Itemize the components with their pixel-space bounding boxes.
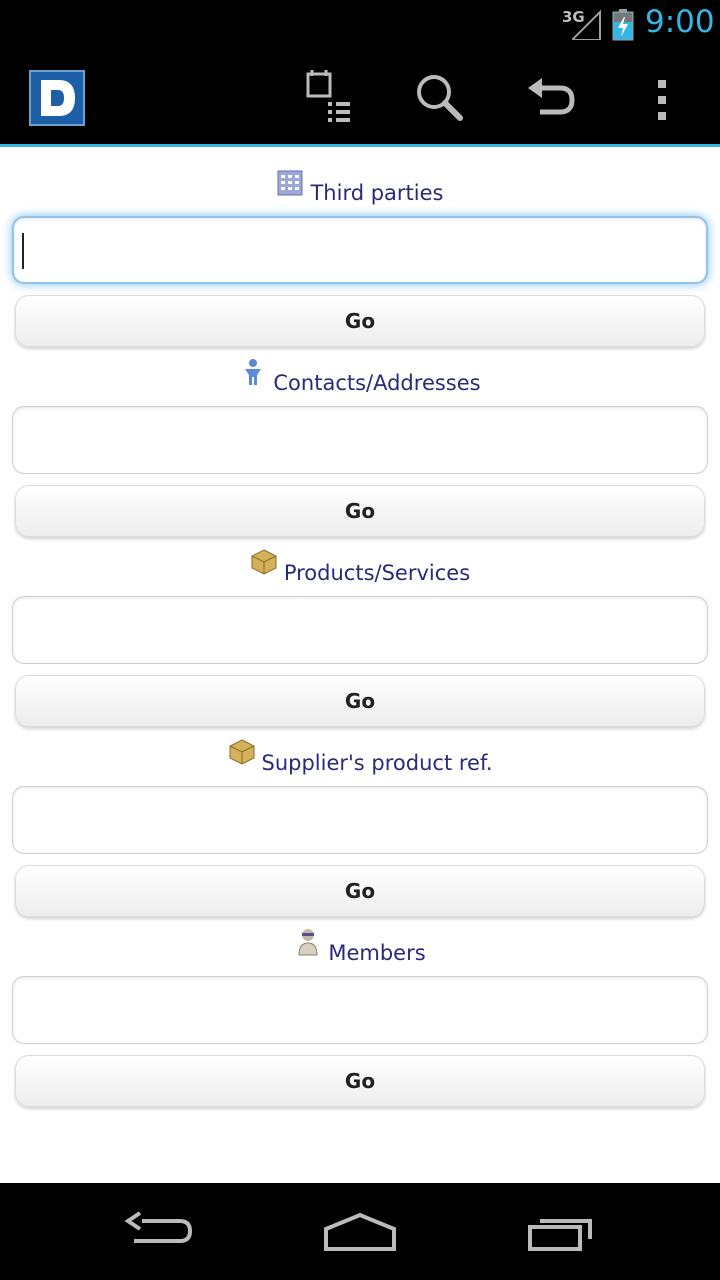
home-icon[interactable]: [320, 1209, 400, 1255]
member-icon: [298, 929, 318, 956]
section-label: Supplier's product ref.: [0, 735, 720, 775]
section-label: Third parties: [0, 165, 720, 205]
members-go-button[interactable]: Go: [15, 1055, 705, 1107]
section-label-text: Contacts/Addresses: [273, 371, 481, 395]
section-third-parties: Third parties Go: [0, 165, 720, 355]
person-icon: [245, 359, 262, 385]
box-icon: [229, 739, 254, 765]
battery-charging-icon: [612, 9, 634, 41]
section-supplier-ref: Supplier's product ref. Go: [0, 735, 720, 925]
section-label-text: Products/Services: [283, 561, 471, 585]
text-cursor: [22, 233, 24, 269]
overflow-menu-icon[interactable]: [634, 68, 694, 128]
third-parties-go-button[interactable]: Go: [15, 295, 705, 347]
recent-apps-icon[interactable]: [520, 1209, 600, 1255]
section-products: Products/Services Go: [0, 545, 720, 735]
supplier-ref-go-button[interactable]: Go: [15, 865, 705, 917]
contacts-go-button[interactable]: Go: [15, 485, 705, 537]
search-form: Third parties Go Contacts/Addresses Go P…: [0, 147, 720, 1183]
navigation-bar: [0, 1183, 720, 1280]
products-search-input[interactable]: [12, 596, 708, 664]
dolibarr-logo-icon: [41, 80, 75, 116]
section-label: Products/Services: [0, 545, 720, 585]
action-bar: [0, 50, 720, 147]
app-logo[interactable]: [29, 70, 85, 126]
building-icon: [277, 170, 303, 196]
calendar-list-icon[interactable]: [300, 68, 360, 128]
signal-icon: [572, 10, 601, 40]
undo-icon[interactable]: [522, 68, 582, 128]
section-label-text: Members: [328, 941, 426, 965]
members-search-input[interactable]: [12, 976, 708, 1044]
section-label: Members: [0, 925, 720, 965]
contacts-search-input[interactable]: [12, 406, 708, 474]
search-icon[interactable]: [410, 68, 470, 128]
supplier-ref-search-input[interactable]: [12, 786, 708, 854]
section-contacts: Contacts/Addresses Go: [0, 355, 720, 545]
section-label-text: Third parties: [310, 181, 444, 205]
third-parties-search-input[interactable]: [12, 216, 708, 284]
box-icon: [251, 549, 277, 575]
section-members: Members Go: [0, 925, 720, 1115]
section-label: Contacts/Addresses: [0, 355, 720, 395]
back-icon[interactable]: [120, 1209, 200, 1255]
status-bar: 3G 9:00: [0, 0, 720, 50]
clock: 9:00: [645, 4, 715, 40]
section-label-text: Supplier's product ref.: [261, 751, 493, 775]
products-go-button[interactable]: Go: [15, 675, 705, 727]
